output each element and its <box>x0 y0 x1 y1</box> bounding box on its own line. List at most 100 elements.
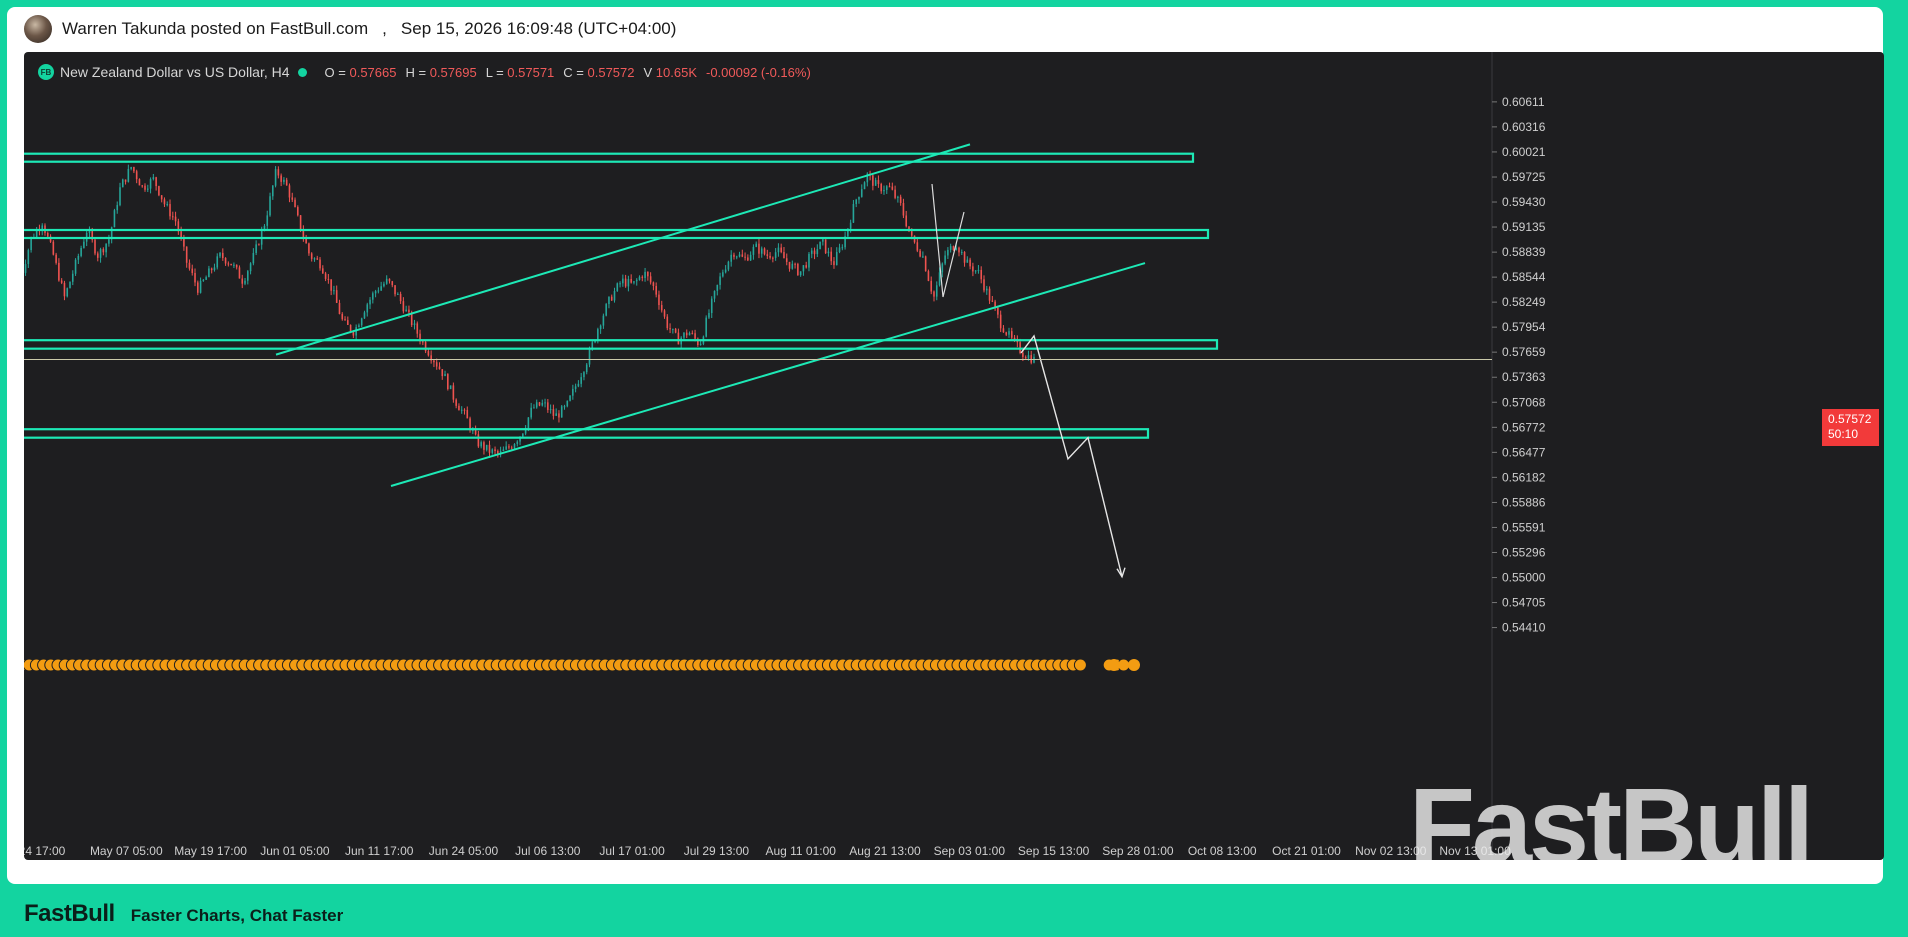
user-avatar[interactable] <box>24 15 52 43</box>
projection-path <box>1020 334 1123 577</box>
candle-body <box>485 444 488 450</box>
candle-body <box>338 302 341 315</box>
candle-body <box>477 434 480 447</box>
live-status-icon <box>297 67 307 77</box>
candle-body <box>216 256 219 268</box>
candle-body <box>138 179 141 186</box>
low-label: L = <box>485 64 504 80</box>
candle-body <box>1002 328 1005 333</box>
candle-body <box>185 246 188 263</box>
candle-body <box>235 264 238 268</box>
candle-body <box>230 263 232 266</box>
candle-body <box>494 449 496 452</box>
header-separator: , <box>382 19 387 38</box>
candle-body <box>733 254 735 257</box>
candle-body <box>449 385 452 390</box>
candle-body <box>735 256 738 258</box>
candle-body <box>780 247 782 253</box>
candle-body <box>491 449 494 453</box>
candle-body <box>1030 355 1033 363</box>
candle-body <box>952 246 955 250</box>
candle-body <box>480 442 482 447</box>
candle-body <box>752 246 755 255</box>
candle-body <box>249 263 252 272</box>
x-tick-label: Jun 24 05:00 <box>429 844 499 858</box>
candle-body <box>208 268 210 278</box>
candle-body <box>160 195 163 200</box>
poster-text[interactable]: Warren Takunda posted on FastBull.com <box>62 19 368 39</box>
candle-body <box>119 187 121 206</box>
candle-body <box>597 329 599 341</box>
candle-body <box>602 315 605 326</box>
candle-body <box>544 402 546 404</box>
candle-body <box>635 279 638 282</box>
candle-body <box>808 253 810 268</box>
candle-body <box>683 332 685 338</box>
candle-body <box>824 239 827 254</box>
candle-body <box>888 186 891 188</box>
open-value: 0.57665 <box>349 64 397 80</box>
x-tick-label: May 07 05:00 <box>90 844 163 858</box>
y-tick-label: 0.55296 <box>1502 545 1546 559</box>
event-marker-icon <box>1108 659 1120 671</box>
candle-body <box>58 262 60 281</box>
candle-body <box>985 288 988 291</box>
y-tick-label: 0.56182 <box>1502 470 1546 484</box>
candle-body <box>744 256 746 258</box>
candle-body <box>505 446 507 450</box>
trend-channel-line-1 <box>275 143 971 356</box>
candle-body <box>83 241 85 248</box>
candle-body <box>80 247 82 256</box>
candle-body <box>894 189 896 198</box>
candle-body <box>69 281 71 289</box>
candle-body <box>855 199 858 205</box>
fastbull-badge-icon: FB <box>38 64 54 80</box>
candle-body <box>938 272 941 286</box>
candle-body <box>1027 355 1030 359</box>
candle-body <box>1008 331 1010 335</box>
candle-body <box>922 256 924 258</box>
candle-body <box>891 186 894 190</box>
y-tick-label: 0.59725 <box>1502 170 1546 184</box>
candle-body <box>399 293 402 302</box>
candle-body <box>658 294 660 306</box>
candle-body <box>641 276 644 278</box>
candle-body <box>219 252 221 257</box>
candle-body <box>244 280 246 284</box>
candle-body <box>547 402 549 410</box>
candle-body <box>433 360 435 363</box>
candle-body <box>121 179 124 188</box>
candle-body <box>166 204 169 206</box>
candle-body <box>299 215 302 231</box>
candle-body <box>816 249 819 255</box>
candle-body <box>455 399 457 406</box>
footer-logo[interactable]: FastBull <box>24 900 115 928</box>
candle-body <box>705 317 707 337</box>
trend-channel-line-2 <box>390 262 1146 487</box>
candle-body <box>963 252 966 263</box>
candle-body <box>966 259 969 263</box>
candle-body <box>652 282 655 287</box>
candle-body <box>841 247 844 249</box>
y-tick-label: 0.59430 <box>1502 195 1546 209</box>
candle-body <box>541 402 544 406</box>
candle-body <box>924 256 927 272</box>
symbol-label[interactable]: New Zealand Dollar vs US Dollar, H4 <box>60 64 290 80</box>
candle-body <box>374 291 377 294</box>
event-marker-icon <box>1073 658 1087 672</box>
candle-body <box>330 279 332 291</box>
candle-body <box>969 259 971 267</box>
candle-body <box>666 316 669 329</box>
candle-body <box>416 323 419 334</box>
candle-body <box>130 167 132 169</box>
candle-body <box>152 177 155 180</box>
candle-body <box>96 253 99 258</box>
candle-body <box>822 239 824 242</box>
candle-body <box>691 332 694 334</box>
chart-canvas[interactable]: 0.60611 0.60316 0.60021 0.59725 0.59430 0.591… <box>24 52 1884 860</box>
candle-body <box>116 205 119 211</box>
candle-body <box>655 286 657 295</box>
last-price-tag: 0.57572 50:10 <box>1822 409 1879 446</box>
candle-body <box>171 216 174 218</box>
chart-container[interactable]: 0.60611 0.60316 0.60021 0.59725 0.59430 0.591… <box>24 52 1884 860</box>
